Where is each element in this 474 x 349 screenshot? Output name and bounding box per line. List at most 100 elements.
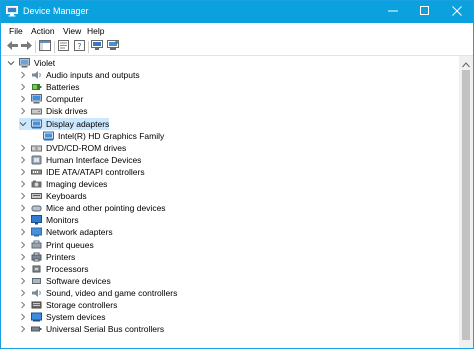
chevron-right-icon[interactable] <box>19 277 27 285</box>
svg-text:?: ? <box>77 42 81 51</box>
properties-sheet-icon <box>57 40 69 53</box>
storage-controller-icon <box>31 300 42 310</box>
chevron-right-icon[interactable] <box>19 156 27 164</box>
minimize-button[interactable] <box>377 1 409 23</box>
tree-category-label: Human Interface Devices <box>46 154 142 165</box>
chevron-right-icon[interactable] <box>19 95 27 103</box>
menu-help[interactable]: Help <box>87 26 104 36</box>
scan-hardware-button[interactable] <box>106 40 120 53</box>
forward-button[interactable] <box>19 40 33 53</box>
show-hide-console-tree-button[interactable] <box>38 40 52 53</box>
tree-category-row[interactable]: Batteries <box>19 81 80 93</box>
scroll-up-button[interactable] <box>462 60 470 70</box>
chevron-right-icon[interactable] <box>19 168 27 176</box>
tree-category-row[interactable]: System devices <box>19 311 106 323</box>
scrollbar-thumb[interactable] <box>462 70 470 340</box>
update-driver-button[interactable] <box>90 40 104 53</box>
monitor-icon <box>31 215 42 225</box>
update-driver-icon <box>91 40 103 53</box>
computer-root-icon <box>19 58 30 68</box>
tree-category-row[interactable]: DVD/CD-ROM drives <box>19 142 126 154</box>
tree-category-row[interactable]: Human Interface Devices <box>19 154 141 166</box>
chevron-right-icon[interactable] <box>19 253 27 261</box>
chevron-right-icon[interactable] <box>19 241 27 249</box>
chevron-right-icon[interactable] <box>19 313 27 321</box>
tree-category-row[interactable]: Print queues <box>19 239 94 251</box>
menu-file[interactable]: File <box>9 26 23 36</box>
tree-category-row[interactable]: Mice and other pointing devices <box>19 202 166 214</box>
software-device-icon <box>31 276 42 286</box>
maximize-icon <box>420 6 430 18</box>
tree-category-row[interactable]: Computer <box>19 93 83 105</box>
dvd-drive-icon <box>31 143 42 153</box>
computer-icon <box>31 94 42 104</box>
tree-root-row[interactable]: Violet <box>7 57 55 69</box>
tree-category-row[interactable]: Display adapters <box>19 117 110 130</box>
back-button[interactable] <box>5 40 19 53</box>
printer-icon <box>31 252 42 262</box>
tree-category-label: IDE ATA/ATAPI controllers <box>46 166 145 177</box>
minimize-icon <box>388 6 398 18</box>
chevron-right-icon[interactable] <box>19 71 27 79</box>
chevron-right-icon[interactable] <box>19 204 27 212</box>
close-icon <box>452 6 462 18</box>
menu-view[interactable]: View <box>63 26 81 36</box>
toolbar: ? <box>1 39 473 56</box>
vertical-scrollbar[interactable] <box>459 56 473 348</box>
close-button[interactable] <box>441 1 473 23</box>
keyboard-icon <box>31 191 42 201</box>
chevron-right-icon[interactable] <box>19 107 27 115</box>
tree-category-row[interactable]: Monitors <box>19 214 79 226</box>
chevron-right-icon[interactable] <box>19 216 27 224</box>
device-manager-window: Device Manager File Action View Help ? V… <box>0 0 474 349</box>
disk-drive-icon <box>31 106 42 116</box>
chevron-right-icon[interactable] <box>19 180 27 188</box>
chevron-right-icon[interactable] <box>19 325 27 333</box>
maximize-button[interactable] <box>409 1 441 23</box>
tree-category-row[interactable]: Disk drives <box>19 105 88 117</box>
tree-category-label: Computer <box>46 94 84 105</box>
tree-category-row[interactable]: Sound, video and game controllers <box>19 287 177 299</box>
tree-category-row[interactable]: Keyboards <box>19 190 87 202</box>
chevron-right-icon[interactable] <box>19 289 27 297</box>
chevron-right-icon[interactable] <box>19 144 27 152</box>
device-manager-app-icon <box>6 6 18 17</box>
tree-category-row[interactable]: IDE ATA/ATAPI controllers <box>19 166 145 178</box>
tree-category-row[interactable]: Imaging devices <box>19 178 107 190</box>
tree-device-label: Intel(R) HD Graphics Family <box>58 130 165 141</box>
tree-category-label: Imaging devices <box>46 179 108 189</box>
menu-bar: File Action View Help <box>1 23 473 39</box>
help-button[interactable]: ? <box>72 40 86 53</box>
tree-category-row[interactable]: Printers <box>19 251 75 263</box>
chevron-down-icon[interactable] <box>7 59 15 67</box>
tree-category-label: Display adapters <box>46 118 110 129</box>
network-adapter-icon <box>31 227 42 237</box>
tree-category-label: Batteries <box>46 82 80 93</box>
chevron-down-icon[interactable] <box>19 120 27 128</box>
tree-category-row[interactable]: Processors <box>19 263 89 275</box>
toolbar-separator <box>88 41 89 53</box>
tree-category-label: Print queues <box>46 239 94 250</box>
tree-category-row[interactable]: Storage controllers <box>19 299 117 311</box>
chevron-right-icon[interactable] <box>19 228 27 236</box>
tree-category-label: Network adapters <box>46 227 113 238</box>
menu-action[interactable]: Action <box>31 26 55 36</box>
title-bar[interactable]: Device Manager <box>1 1 473 23</box>
properties-button[interactable] <box>56 40 70 53</box>
system-device-icon <box>31 312 42 322</box>
usb-icon <box>31 324 42 334</box>
tree-category-row[interactable]: Universal Serial Bus controllers <box>19 323 164 335</box>
chevron-right-icon[interactable] <box>19 265 27 273</box>
device-tree[interactable]: Violet Audio inputs and outputs Batteries… <box>1 56 459 348</box>
tree-category-row[interactable]: Network adapters <box>19 226 113 238</box>
tree-category-row[interactable]: Audio inputs and outputs <box>19 69 140 81</box>
window-title: Device Manager <box>23 6 89 16</box>
chevron-right-icon[interactable] <box>19 192 27 200</box>
chevron-right-icon[interactable] <box>19 83 27 91</box>
toolbar-separator <box>35 41 36 53</box>
tree-category-row[interactable]: Software devices <box>19 275 111 287</box>
camera-icon <box>31 179 42 189</box>
tree-device-row[interactable]: Intel(R) HD Graphics Family <box>43 130 164 142</box>
chevron-right-icon[interactable] <box>19 301 27 309</box>
tree-category-label: Mice and other pointing devices <box>46 203 166 214</box>
